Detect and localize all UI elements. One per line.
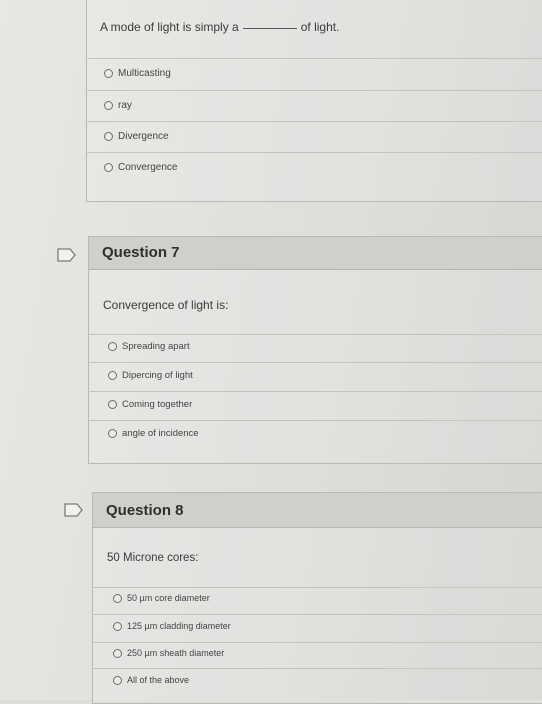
- radio-button[interactable]: [108, 342, 117, 351]
- option-label: Coming together: [122, 399, 193, 410]
- option-q8-4[interactable]: All of the above: [113, 675, 189, 685]
- question-7-title: Question 7: [102, 244, 180, 261]
- option-q7-4[interactable]: angle of incidence: [108, 428, 199, 439]
- option-label: Multicasting: [118, 68, 171, 79]
- question-8-title: Question 8: [106, 502, 184, 519]
- option-q6-2[interactable]: ray: [104, 100, 132, 111]
- option-label: 50 µm core diameter: [127, 593, 210, 603]
- option-label: All of the above: [127, 675, 190, 685]
- divider: [88, 420, 542, 421]
- radio-button[interactable]: [104, 101, 113, 110]
- option-q6-3[interactable]: Divergence: [104, 131, 169, 142]
- option-label: 250 µm sheath diameter: [127, 648, 225, 658]
- radio-button[interactable]: [113, 648, 122, 658]
- divider: [88, 362, 542, 363]
- divider: [86, 58, 542, 59]
- option-q8-2[interactable]: 125 µm cladding diameter: [113, 621, 231, 631]
- divider: [88, 391, 542, 392]
- option-q6-1[interactable]: Multicasting: [104, 68, 171, 79]
- option-q6-4[interactable]: Convergence: [104, 162, 177, 173]
- quiz-page: A mode of light is simply a of light. Mul…: [0, 0, 542, 704]
- divider: [86, 121, 542, 122]
- radio-button[interactable]: [113, 593, 122, 603]
- question-8-prompt: 50 Microne cores:: [107, 552, 199, 564]
- flag-icon[interactable]: [57, 248, 77, 262]
- option-q7-2[interactable]: Dipercing of light: [108, 370, 193, 381]
- radio-button[interactable]: [113, 675, 122, 685]
- divider: [88, 334, 542, 335]
- divider: [92, 668, 542, 669]
- question-6-prompt-after: of light.: [300, 20, 340, 34]
- option-q8-3[interactable]: 250 µm sheath diameter: [113, 648, 224, 658]
- divider: [92, 587, 542, 588]
- radio-button[interactable]: [104, 132, 113, 141]
- option-label: Convergence: [118, 162, 178, 173]
- question-7-prompt: Convergence of light is:: [103, 298, 229, 312]
- option-q7-3[interactable]: Coming together: [108, 399, 192, 410]
- divider: [92, 642, 542, 643]
- radio-button[interactable]: [108, 371, 117, 380]
- radio-button[interactable]: [104, 69, 113, 78]
- divider: [86, 152, 542, 153]
- option-label: Dipercing of light: [122, 370, 193, 381]
- option-label: 125 µm cladding diameter: [127, 621, 231, 631]
- radio-button[interactable]: [108, 429, 117, 438]
- option-label: Divergence: [118, 131, 169, 142]
- question-6-prompt-before: A mode of light is simply a: [100, 20, 239, 34]
- radio-button[interactable]: [104, 163, 113, 172]
- radio-button[interactable]: [113, 621, 122, 631]
- option-label: angle of incidence: [122, 428, 199, 439]
- question-6-blank: [242, 28, 297, 29]
- option-q7-1[interactable]: Spreading apart: [108, 341, 190, 352]
- flag-icon[interactable]: [64, 503, 84, 517]
- divider: [86, 90, 542, 91]
- option-label: ray: [118, 100, 132, 111]
- radio-button[interactable]: [108, 400, 117, 409]
- option-label: Spreading apart: [122, 341, 190, 352]
- divider: [92, 614, 542, 615]
- question-6-prompt: A mode of light is simply a of light.: [100, 20, 339, 34]
- option-q8-1[interactable]: 50 µm core diameter: [113, 593, 210, 603]
